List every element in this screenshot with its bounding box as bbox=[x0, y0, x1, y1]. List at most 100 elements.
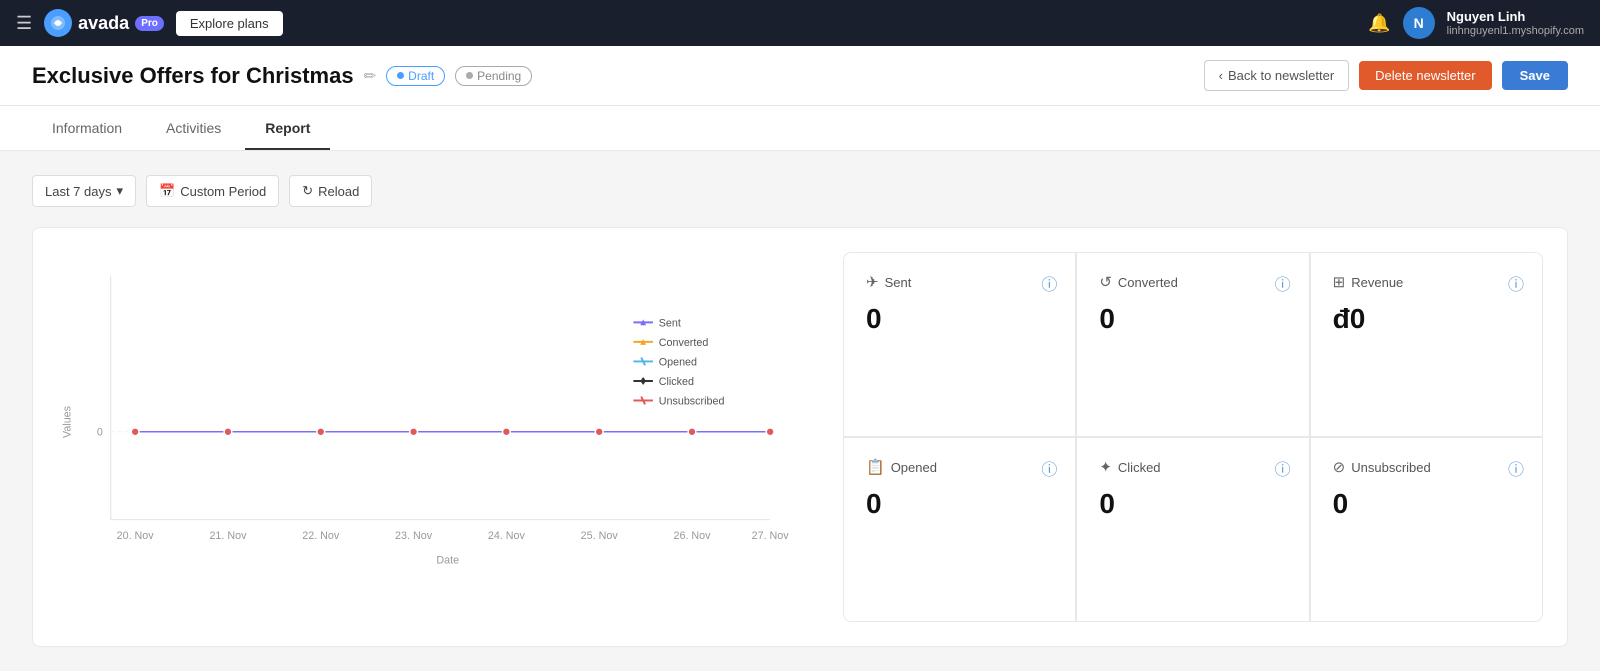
sent-value: 0 bbox=[866, 303, 1053, 335]
svg-text:24. Nov: 24. Nov bbox=[488, 530, 526, 542]
opened-icon: 📋 bbox=[866, 458, 885, 476]
stat-opened: 📋 Opened ⓘ 0 bbox=[843, 437, 1076, 622]
stat-converted: ↺ Converted ⓘ 0 bbox=[1076, 252, 1309, 437]
edit-title-icon[interactable]: ✏ bbox=[364, 67, 377, 85]
unsubscribed-icon: ⊘ bbox=[1333, 458, 1346, 476]
opened-info-icon[interactable]: ⓘ bbox=[1041, 456, 1057, 480]
converted-label: Converted bbox=[1118, 275, 1178, 290]
converted-info-icon[interactable]: ⓘ bbox=[1275, 271, 1291, 295]
stat-clicked-title: ✦ Clicked bbox=[1099, 458, 1286, 476]
stat-unsubscribed: ⊘ Unsubscribed ⓘ 0 bbox=[1310, 437, 1543, 622]
svg-text:22. Nov: 22. Nov bbox=[302, 530, 340, 542]
sent-icon: ✈ bbox=[866, 273, 879, 291]
stat-revenue: ⊞ Revenue ⓘ đ0 bbox=[1310, 252, 1543, 437]
svg-text:Clicked: Clicked bbox=[659, 376, 694, 388]
logo-icon bbox=[44, 9, 72, 37]
svg-text:23. Nov: 23. Nov bbox=[395, 530, 433, 542]
stat-unsubscribed-title: ⊘ Unsubscribed bbox=[1333, 458, 1520, 476]
hamburger-icon[interactable]: ☰ bbox=[16, 13, 32, 34]
clicked-icon: ✦ bbox=[1099, 458, 1112, 476]
tab-activities[interactable]: Activities bbox=[146, 106, 241, 150]
svg-text:26. Nov: 26. Nov bbox=[674, 530, 712, 542]
stat-revenue-title: ⊞ Revenue bbox=[1333, 273, 1520, 291]
converted-icon: ↺ bbox=[1099, 273, 1112, 291]
sent-info-icon[interactable]: ⓘ bbox=[1041, 271, 1057, 295]
pro-badge: Pro bbox=[135, 16, 164, 31]
top-navigation: ☰ avada Pro Explore plans 🔔 N Nguyen Lin… bbox=[0, 0, 1600, 46]
converted-value: 0 bbox=[1099, 303, 1286, 335]
header-actions: ‹ Back to newsletter Delete newsletter S… bbox=[1204, 60, 1568, 91]
clicked-info-icon[interactable]: ⓘ bbox=[1275, 456, 1291, 480]
notification-bell-icon[interactable]: 🔔 bbox=[1368, 13, 1390, 34]
revenue-info-icon[interactable]: ⓘ bbox=[1508, 271, 1524, 295]
svg-text:0: 0 bbox=[97, 427, 103, 439]
revenue-icon: ⊞ bbox=[1333, 273, 1346, 291]
filter-bar: Last 7 days ▾ 📅 Custom Period ↻ Reload bbox=[32, 175, 1568, 207]
tab-report[interactable]: Report bbox=[245, 106, 330, 150]
avada-logo-svg bbox=[50, 15, 66, 31]
main-content: Last 7 days ▾ 📅 Custom Period ↻ Reload V… bbox=[0, 151, 1600, 671]
stat-converted-title: ↺ Converted bbox=[1099, 273, 1286, 291]
pending-badge: Pending bbox=[455, 66, 532, 86]
y-axis-label: Values bbox=[62, 406, 74, 438]
back-to-newsletter-button[interactable]: ‹ Back to newsletter bbox=[1204, 60, 1350, 91]
logo: avada Pro bbox=[44, 9, 164, 37]
opened-value: 0 bbox=[866, 488, 1053, 520]
save-button[interactable]: Save bbox=[1502, 61, 1568, 90]
page-title-area: Exclusive Offers for Christmas ✏ Draft P… bbox=[32, 63, 532, 89]
custom-period-button[interactable]: 📅 Custom Period bbox=[146, 175, 279, 207]
line-chart: Values 0 20 bbox=[57, 252, 819, 592]
page-title: Exclusive Offers for Christmas bbox=[32, 63, 354, 89]
explore-plans-button[interactable]: Explore plans bbox=[176, 11, 283, 36]
revenue-value: đ0 bbox=[1333, 303, 1520, 335]
unsubscribed-info-icon[interactable]: ⓘ bbox=[1508, 456, 1524, 480]
unsubscribed-label: Unsubscribed bbox=[1351, 460, 1431, 475]
custom-period-label: Custom Period bbox=[180, 184, 266, 199]
period-label: Last 7 days bbox=[45, 184, 112, 199]
svg-text:Date: Date bbox=[436, 555, 459, 567]
svg-text:27. Nov: 27. Nov bbox=[752, 530, 790, 542]
clicked-value: 0 bbox=[1099, 488, 1286, 520]
stats-grid: ✈ Sent ⓘ 0 ↺ Converted ⓘ 0 ⊞ Revenue bbox=[843, 252, 1543, 622]
draft-badge: Draft bbox=[386, 66, 445, 86]
draft-dot bbox=[397, 72, 404, 79]
reload-icon: ↻ bbox=[302, 183, 313, 199]
tab-information[interactable]: Information bbox=[32, 106, 142, 150]
nav-right: 🔔 N Nguyen Linh linhnguyenl1.myshopify.c… bbox=[1368, 7, 1584, 39]
chart-area: Values 0 20 bbox=[57, 252, 819, 622]
svg-text:Converted: Converted bbox=[659, 337, 709, 349]
user-name: Nguyen Linh bbox=[1447, 9, 1584, 25]
chevron-left-icon: ‹ bbox=[1219, 68, 1223, 83]
back-label: Back to newsletter bbox=[1228, 68, 1334, 83]
stat-sent: ✈ Sent ⓘ 0 bbox=[843, 252, 1076, 437]
chevron-down-icon: ▾ bbox=[117, 183, 124, 199]
revenue-label: Revenue bbox=[1351, 275, 1403, 290]
delete-newsletter-button[interactable]: Delete newsletter bbox=[1359, 61, 1491, 90]
nav-left: ☰ avada Pro Explore plans bbox=[16, 9, 283, 37]
report-card: Values 0 20 bbox=[32, 227, 1568, 647]
opened-label: Opened bbox=[891, 460, 937, 475]
svg-text:Unsubscribed: Unsubscribed bbox=[659, 395, 725, 407]
stat-clicked: ✦ Clicked ⓘ 0 bbox=[1076, 437, 1309, 622]
reload-label: Reload bbox=[318, 184, 359, 199]
clicked-label: Clicked bbox=[1118, 460, 1161, 475]
svg-text:20. Nov: 20. Nov bbox=[117, 530, 155, 542]
avatar: N bbox=[1403, 7, 1435, 39]
tabs-bar: Information Activities Report bbox=[0, 106, 1600, 151]
pending-label: Pending bbox=[477, 69, 521, 83]
unsubscribed-value: 0 bbox=[1333, 488, 1520, 520]
user-info: Nguyen Linh linhnguyenl1.myshopify.com bbox=[1447, 9, 1584, 37]
pending-dot bbox=[466, 72, 473, 79]
user-shop: linhnguyenl1.myshopify.com bbox=[1447, 25, 1584, 37]
calendar-icon: 📅 bbox=[159, 183, 175, 199]
reload-button[interactable]: ↻ Reload bbox=[289, 175, 372, 207]
period-selector[interactable]: Last 7 days ▾ bbox=[32, 175, 136, 207]
stat-opened-title: 📋 Opened bbox=[866, 458, 1053, 476]
page-header: Exclusive Offers for Christmas ✏ Draft P… bbox=[0, 46, 1600, 106]
svg-text:Sent: Sent bbox=[659, 317, 681, 329]
svg-text:25. Nov: 25. Nov bbox=[581, 530, 619, 542]
logo-text: avada bbox=[78, 13, 129, 34]
draft-label: Draft bbox=[408, 69, 434, 83]
sent-label: Sent bbox=[885, 275, 912, 290]
stat-sent-title: ✈ Sent bbox=[866, 273, 1053, 291]
